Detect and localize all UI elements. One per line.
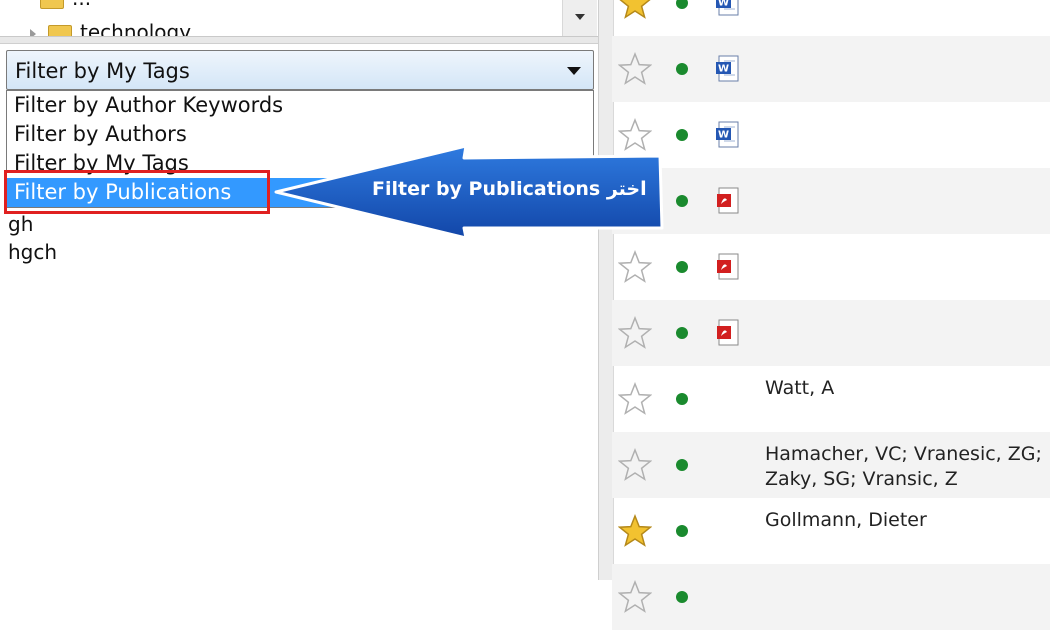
status-dot-icon: [676, 393, 688, 405]
status-dot-icon: [676, 261, 688, 273]
author-text: Hamacher, VC; Vranesic, ZG; Zaky, SG; Vr…: [765, 443, 1042, 490]
word-icon[interactable]: W: [716, 121, 740, 149]
left-pane: ... technology Filter by My Tags Filter …: [0, 0, 600, 580]
folder-icon: [40, 0, 64, 9]
callout-text: Filter by Publications اختر: [372, 178, 647, 200]
document-row[interactable]: [612, 168, 1050, 234]
document-row[interactable]: [612, 300, 1050, 366]
document-row[interactable]: W: [612, 36, 1050, 102]
document-row[interactable]: Gollmann, Dieter: [612, 498, 1050, 564]
favorite-star-icon[interactable]: [618, 448, 652, 482]
status-dot-icon: [676, 63, 688, 75]
favorite-star-icon[interactable]: [618, 514, 652, 548]
tag-item[interactable]: gh: [8, 212, 33, 236]
svg-text:W: W: [718, 0, 729, 9]
filter-option-author-keywords[interactable]: Filter by Author Keywords: [7, 91, 593, 120]
word-icon[interactable]: W: [716, 55, 740, 83]
favorite-star-icon[interactable]: [618, 382, 652, 416]
document-row[interactable]: [612, 564, 1050, 630]
tree-item[interactable]: ...: [40, 0, 91, 10]
document-row[interactable]: Watt, A: [612, 366, 1050, 432]
author-text: Watt, A: [765, 377, 835, 399]
status-dot-icon: [676, 591, 688, 603]
document-row[interactable]: W: [612, 0, 1050, 36]
documents-list: W W W Watt, A Hamacher, VC; Vranesic, ZG; Za…: [612, 0, 1050, 630]
word-icon[interactable]: W: [716, 0, 740, 17]
scroll-down-icon[interactable]: [575, 14, 585, 20]
tree-scrollbar[interactable]: [562, 0, 597, 36]
status-dot-icon: [676, 459, 688, 471]
pdf-icon[interactable]: [716, 253, 740, 281]
filter-dropdown[interactable]: Filter by My Tags: [6, 50, 594, 90]
favorite-star-icon[interactable]: [618, 52, 652, 86]
tag-item[interactable]: hgch: [8, 240, 57, 264]
collection-tree: ... technology: [0, 0, 598, 37]
pdf-icon[interactable]: [716, 319, 740, 347]
favorite-star-icon[interactable]: [618, 316, 652, 350]
svg-text:W: W: [718, 130, 729, 141]
document-row[interactable]: W: [612, 102, 1050, 168]
status-dot-icon: [676, 129, 688, 141]
favorite-star-icon[interactable]: [618, 0, 652, 20]
folder-icon: [48, 24, 72, 36]
highlight-box: [4, 170, 270, 214]
dropdown-arrow-icon[interactable]: [567, 67, 581, 75]
tree-item-label: ...: [72, 0, 91, 10]
status-dot-icon: [676, 0, 688, 9]
favorite-star-icon[interactable]: [618, 250, 652, 284]
status-dot-icon: [676, 525, 688, 537]
pdf-icon[interactable]: [716, 187, 740, 215]
svg-text:W: W: [718, 64, 729, 75]
document-row[interactable]: [612, 234, 1050, 300]
status-dot-icon: [676, 327, 688, 339]
document-row[interactable]: Hamacher, VC; Vranesic, ZG; Zaky, SG; Vr…: [612, 432, 1050, 498]
expand-arrow-icon[interactable]: [30, 28, 36, 36]
tree-item-label: technology: [80, 20, 192, 37]
filter-selected-value: Filter by My Tags: [15, 59, 190, 83]
author-text: Gollmann, Dieter: [765, 509, 927, 531]
pane-splitter[interactable]: [0, 37, 598, 44]
filter-panel: Filter by My Tags Filter by Author Keywo…: [0, 44, 598, 580]
favorite-star-icon[interactable]: [618, 580, 652, 614]
tree-item-technology[interactable]: technology: [30, 20, 192, 37]
status-dot-icon: [676, 195, 688, 207]
